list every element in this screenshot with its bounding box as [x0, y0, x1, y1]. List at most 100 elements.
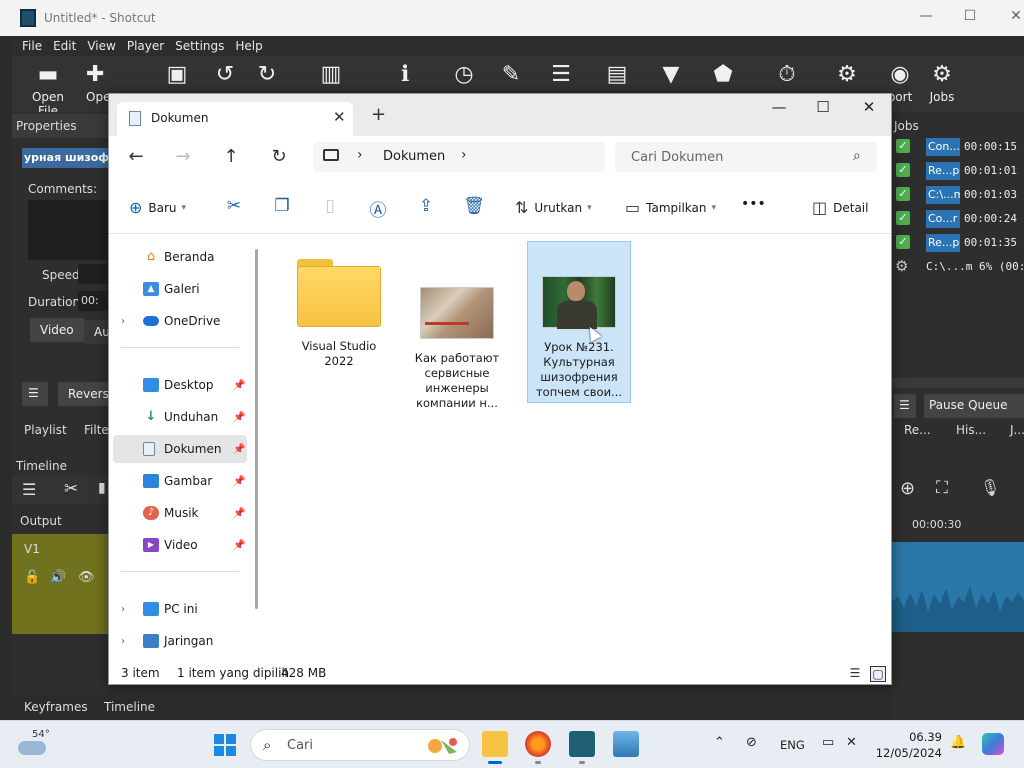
maximize-button[interactable]: ☐	[960, 8, 980, 24]
notes-icon[interactable]: ✎	[498, 62, 524, 87]
notification-bell-icon[interactable]: 🔔	[950, 735, 966, 750]
timeline-icon[interactable]: ▤	[604, 62, 630, 87]
nav-item-jaringan[interactable]: › Jaringan	[109, 627, 249, 655]
close-tab-icon[interactable]: ✕	[333, 108, 346, 126]
nav-item-onedrive[interactable]: › OneDrive	[109, 307, 249, 335]
address-bar[interactable]: › Dokumen ›	[313, 142, 605, 172]
maximize-button[interactable]: ☐	[813, 98, 833, 116]
refresh-icon[interactable]: ↻	[268, 146, 290, 167]
properties-menu-button[interactable]: ☰	[22, 382, 48, 406]
photos-taskbar-icon[interactable]	[613, 731, 639, 757]
share-icon[interactable]: ⇪	[415, 196, 437, 216]
job-row[interactable]: ✓ Con...r 00:00:15	[892, 136, 1024, 156]
menu-edit[interactable]: Edit	[53, 39, 76, 53]
sort-button[interactable]: ⇅ Urutkan ▾	[515, 198, 592, 217]
pin-icon[interactable]: 📌	[233, 540, 245, 551]
shotcut-taskbar-icon[interactable]	[569, 731, 595, 764]
redo-icon[interactable]: ↻	[254, 62, 280, 87]
expand-arrow-icon[interactable]: ›	[121, 636, 125, 647]
expand-arrow-icon[interactable]: ›	[121, 316, 125, 327]
menu-file[interactable]: File	[22, 39, 42, 53]
job-row[interactable]: ✓ Re...p4 00:01:35	[892, 232, 1024, 252]
search-input[interactable]: Cari Dokumen ⌕	[615, 142, 877, 172]
tab-video[interactable]: Video	[30, 318, 84, 342]
file-item-video[interactable]: Как работают сервисные инженеры компании…	[405, 247, 509, 415]
nav-item-pc-ini[interactable]: › PC ini	[109, 595, 249, 623]
taskbar-search[interactable]: ⌕ Cari	[250, 729, 470, 761]
duration-input[interactable]: 00:	[78, 291, 110, 311]
copy-icon[interactable]: ▮	[98, 480, 106, 496]
address-location[interactable]: Dokumen	[383, 149, 445, 164]
explorer-tab-dokumen[interactable]: Dokumen ✕	[117, 102, 353, 136]
job-row[interactable]: ✓ Re...p4 00:01:01	[892, 160, 1024, 180]
large-icons-view-icon[interactable]: ▢	[870, 666, 886, 682]
jobs-button[interactable]: ⚙ Jobs	[924, 60, 960, 104]
zoom-fit-icon[interactable]: ⛶	[936, 478, 948, 498]
view-button[interactable]: ▭ Tampilkan ▾	[625, 198, 716, 217]
jobs-scrollbar[interactable]	[892, 378, 1024, 388]
audio-waveform[interactable]	[892, 542, 1024, 632]
chevron-right-icon[interactable]: ›	[357, 147, 363, 163]
minimize-button[interactable]: —	[916, 8, 936, 24]
peak-meter-icon[interactable]: ▥	[318, 62, 344, 87]
tab-filters[interactable]: Filte	[84, 423, 109, 437]
playlist-icon[interactable]: ☰	[548, 62, 574, 87]
taskbar-clock[interactable]: 06.39 12/05/2024	[872, 729, 942, 761]
zoom-in-icon[interactable]: ⊕	[900, 478, 915, 499]
open-file-button[interactable]: ▬ Open File	[22, 60, 74, 118]
tab-jobs[interactable]: J...	[1010, 423, 1024, 437]
job-row[interactable]: ✓ C:\...m 00:01:03	[892, 184, 1024, 204]
file-explorer-taskbar-icon[interactable]	[482, 731, 508, 764]
new-tab-button[interactable]: +	[371, 104, 386, 125]
nav-item-musik[interactable]: ♪ Musik 📌	[109, 499, 249, 527]
tab-timeline[interactable]: Timeline	[104, 700, 155, 714]
file-item-folder[interactable]: Visual Studio 2022	[287, 247, 391, 373]
nav-item-video[interactable]: ▶ Video 📌	[109, 531, 249, 559]
speed-input[interactable]	[78, 264, 110, 284]
close-button[interactable]: ✕	[859, 98, 879, 116]
details-view-icon[interactable]: ☰	[847, 666, 863, 682]
microphone-icon[interactable]: 🎙	[980, 478, 1000, 497]
delete-icon[interactable]: 🗑	[463, 196, 485, 216]
menu-view[interactable]: View	[87, 39, 115, 53]
up-arrow-icon[interactable]: ↑	[220, 146, 242, 167]
new-button[interactable]: ⊕ Baru ▾	[129, 198, 186, 217]
weather-widget[interactable]: 54°	[18, 729, 50, 759]
chevron-right-icon[interactable]: ›	[461, 147, 467, 163]
pin-icon[interactable]: 📌	[233, 412, 245, 423]
timeline-menu-icon[interactable]: ☰	[22, 480, 36, 499]
lock-icon[interactable]: 🔓	[24, 570, 40, 585]
language-indicator[interactable]: ENG	[780, 738, 805, 752]
minimize-button[interactable]: —	[769, 98, 789, 116]
cut-icon[interactable]: ✂	[223, 196, 245, 216]
nav-item-galeri[interactable]: ▲ Galeri	[109, 275, 249, 303]
pin-icon[interactable]: 📌	[233, 444, 245, 455]
chevron-up-icon[interactable]: ⌃	[714, 735, 725, 750]
nav-item-gambar[interactable]: Gambar 📌	[109, 467, 249, 495]
network-off-icon[interactable]: ⊘	[746, 735, 757, 750]
history-icon[interactable]: ⚙	[834, 62, 860, 87]
pin-icon[interactable]: 📌	[233, 508, 245, 519]
copy-icon[interactable]: ❐	[271, 196, 293, 216]
back-arrow-icon[interactable]: ←	[125, 146, 147, 167]
job-row[interactable]: ✓ Co...r 00:00:24	[892, 208, 1024, 228]
pin-icon[interactable]: 📌	[233, 380, 245, 391]
firefox-taskbar-icon[interactable]	[525, 731, 551, 764]
cut-icon[interactable]: ✂	[64, 479, 78, 499]
menu-player[interactable]: Player	[127, 39, 164, 53]
expand-arrow-icon[interactable]: ›	[121, 604, 125, 615]
paste-icon[interactable]: ▯	[319, 196, 341, 216]
more-options-button[interactable]: •••	[741, 196, 766, 212]
display-icon[interactable]: ▭	[822, 735, 834, 750]
nav-scrollbar[interactable]	[255, 249, 258, 609]
filters-icon[interactable]: ▼	[658, 62, 684, 87]
copilot-icon[interactable]	[982, 733, 1004, 755]
undo-icon[interactable]: ↺	[212, 62, 238, 87]
nav-item-unduhan[interactable]: ↓ Unduhan 📌	[109, 403, 249, 431]
pin-icon[interactable]: 📌	[233, 476, 245, 487]
start-button[interactable]	[214, 734, 236, 756]
job-row-running[interactable]: ⚙ C:\...m 6% (00:17	[892, 256, 1024, 276]
track-v1-header[interactable]: V1 🔓 🔊 👁	[12, 534, 110, 634]
keyframes-icon[interactable]: ⏱	[774, 62, 800, 87]
properties-icon[interactable]: ℹ	[392, 62, 418, 87]
